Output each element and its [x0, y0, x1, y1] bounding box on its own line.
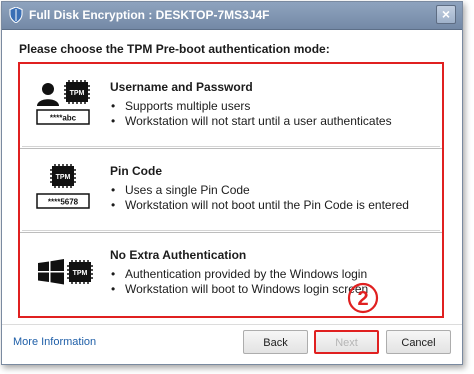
pin-code-tpm-icon: TPM ****5678 — [36, 164, 90, 209]
svg-text:TPM: TPM — [70, 90, 85, 97]
auth-options-group: TPM ****abc Username and Password Suppor… — [18, 62, 444, 318]
close-button[interactable]: × — [436, 5, 456, 24]
option-divider — [20, 232, 442, 233]
title-bar[interactable]: Full Disk Encryption : DESKTOP-7MS3J4F × — [2, 2, 462, 30]
bullet-item: Workstation will not start until a user … — [110, 114, 392, 129]
svg-text:TPM: TPM — [73, 270, 88, 277]
back-button[interactable]: Back — [243, 330, 308, 354]
cancel-button[interactable]: Cancel — [386, 330, 451, 354]
user-password-tpm-icon: TPM ****abc — [36, 80, 90, 125]
bullet-item: Supports multiple users — [110, 99, 392, 114]
bullet-item: Workstation will boot to Windows login s… — [110, 282, 368, 297]
next-button[interactable]: Next — [314, 330, 379, 354]
dialog-window: Full Disk Encryption : DESKTOP-7MS3J4F ×… — [1, 1, 463, 365]
option-title: Username and Password — [110, 80, 253, 94]
option-username-password[interactable]: TPM ****abc Username and Password Suppor… — [22, 66, 440, 147]
option-bullets: Uses a single Pin Code Workstation will … — [110, 183, 409, 213]
option-divider — [20, 148, 442, 149]
option-title: Pin Code — [110, 164, 163, 178]
window-title: Full Disk Encryption : DESKTOP-7MS3J4F — [29, 8, 270, 22]
step-number-marker: 2 — [347, 282, 379, 314]
svg-text:TPM: TPM — [56, 174, 71, 181]
option-title: No Extra Authentication — [110, 248, 247, 262]
option-pin-code[interactable]: TPM ****5678 Pin Code Uses a single Pin … — [22, 150, 440, 231]
bullet-item: Uses a single Pin Code — [110, 183, 409, 198]
bullet-item: Authentication provided by the Windows l… — [110, 267, 368, 282]
windows-tpm-icon: TPM — [38, 259, 93, 285]
footer-divider — [2, 324, 462, 325]
shield-icon — [9, 7, 23, 23]
bullet-item: Workstation will not boot until the Pin … — [110, 198, 409, 213]
option-bullets: Supports multiple users Workstation will… — [110, 99, 392, 129]
instruction-text: Please choose the TPM Pre-boot authentic… — [19, 42, 330, 56]
option-bullets: Authentication provided by the Windows l… — [110, 267, 368, 297]
svg-text:****abc: ****abc — [50, 114, 77, 123]
svg-text:****5678: ****5678 — [48, 198, 79, 207]
more-information-link[interactable]: More Information — [13, 336, 96, 348]
svg-text:2: 2 — [357, 288, 368, 310]
